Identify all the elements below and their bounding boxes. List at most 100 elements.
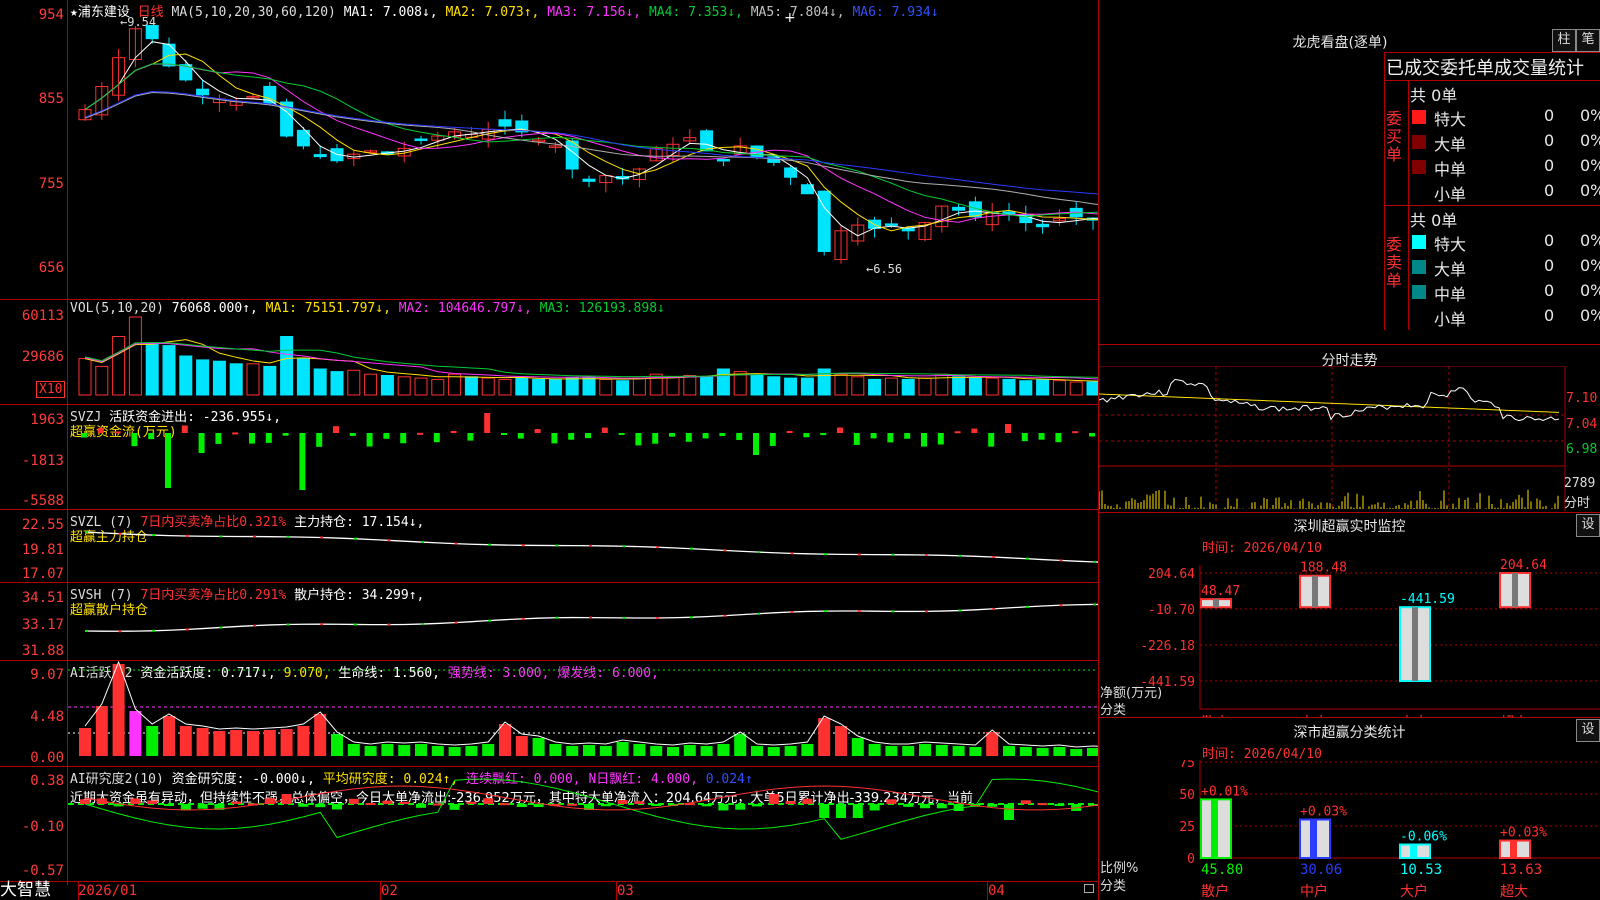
orders-line (1384, 52, 1385, 330)
classify-value-label: 30.06 (1300, 862, 1342, 878)
holding-dot (253, 624, 256, 627)
holding-dot (454, 542, 458, 545)
ai-research-chart[interactable] (0, 767, 1098, 881)
order-pct: 0% (1580, 181, 1600, 200)
holding-dot (85, 531, 88, 533)
activity-bar (448, 747, 461, 756)
research-bar (298, 804, 309, 807)
flow-bar (333, 426, 339, 433)
xaxis-tick (78, 881, 79, 900)
activity-bar (1070, 749, 1083, 756)
activity-bar (835, 726, 847, 756)
activity-bar (599, 746, 612, 756)
bar-mode-button[interactable]: 柱 (1552, 29, 1576, 52)
candle (952, 206, 966, 211)
activity-bar (969, 747, 982, 756)
holding-dot (992, 607, 996, 610)
holding-dot (622, 616, 626, 619)
flow-bar (450, 431, 457, 434)
order-count: 0 (1544, 131, 1555, 150)
classify-value-label: 13.63 (1500, 862, 1542, 878)
intraday-vol-label: 2789 (1564, 476, 1596, 491)
xaxis-label: 2026/01 (78, 883, 138, 899)
holding-dot (689, 616, 693, 619)
lock-icon[interactable] (1084, 884, 1094, 893)
orders-line (1384, 52, 1600, 53)
activity-bar (79, 728, 91, 756)
classify-ytick: 0 (1187, 852, 1195, 867)
monitor-bar-chart[interactable]: 204.64-10.70-226.18-441.5948.47散户188.48中… (1099, 555, 1600, 717)
kline-chart[interactable] (0, 0, 1098, 300)
activity-bar (280, 729, 293, 756)
classify-settings-button[interactable]: 设 (1576, 719, 1600, 742)
flow-bar (501, 433, 507, 435)
holding-dot (152, 534, 156, 537)
volume-bar (246, 363, 260, 396)
flow-bar (400, 433, 407, 444)
order-name: 小单 (1434, 185, 1467, 204)
candle (313, 154, 327, 158)
research-bar (1004, 804, 1014, 820)
monitor-value-label: 48.47 (1201, 584, 1240, 599)
classify-bar-chart[interactable]: 75 50 25 0 +0.01% 45.80 散户 +0.03% 30.06 中户 -0.06% 1… (1099, 760, 1600, 900)
monitor-ytick: -441.59 (1140, 675, 1195, 690)
holding-dot (824, 553, 828, 556)
volume-chart[interactable] (0, 300, 1098, 404)
holding-dot (488, 619, 492, 622)
activity-bar (717, 744, 730, 756)
flow-bar (97, 427, 104, 433)
volume-bar (380, 375, 394, 396)
flow-bar (1005, 424, 1011, 433)
retail-holding-chart[interactable] (0, 583, 1098, 660)
holding-dot (589, 616, 592, 619)
classify-bar-shade (1310, 819, 1317, 858)
flow-bar (467, 433, 474, 441)
flow-bar (601, 427, 608, 433)
main-holding-chart[interactable] (0, 510, 1098, 582)
classify-change-label: +0.03% (1500, 826, 1547, 841)
research-bar (1037, 803, 1048, 806)
research-bar (903, 804, 914, 807)
classify-change-label: +0.03% (1300, 805, 1347, 820)
flow-bar (349, 433, 356, 436)
activity-bar (515, 736, 528, 756)
activity-bar (818, 718, 831, 756)
order-color-swatch (1412, 235, 1426, 249)
research-bar (651, 804, 662, 806)
order-name: 小单 (1434, 310, 1467, 329)
flow-bar (652, 433, 659, 444)
app-logo[interactable]: 大智慧 (0, 881, 66, 900)
research-bar (735, 804, 746, 810)
sell-total: 共 0单 (1410, 211, 1458, 230)
volume-bar (414, 377, 428, 396)
volume-bar (700, 376, 714, 396)
volume-bar (952, 376, 966, 396)
holding-dot (85, 630, 88, 632)
activity-bar (1036, 748, 1049, 756)
monitor-time: 时间: 2026/04/10 (1202, 541, 1322, 556)
research-bar (617, 800, 628, 804)
volume-bar (296, 358, 310, 396)
order-count: 0 (1544, 281, 1555, 300)
ai-activity-chart[interactable] (0, 661, 1098, 766)
intraday-chart[interactable] (1099, 366, 1600, 511)
activity-bar (784, 746, 797, 756)
flow-bar (736, 433, 743, 441)
orders-line (1384, 205, 1600, 206)
holding-dot (421, 623, 424, 626)
volume-bar (347, 369, 361, 396)
order-name: 大单 (1434, 135, 1467, 154)
ma-line (84, 92, 1098, 206)
flow-bar (316, 433, 323, 447)
volume-bar (481, 377, 495, 396)
flow-bar (753, 433, 759, 455)
volume-bar (767, 376, 781, 396)
monitor-settings-button[interactable]: 设 (1576, 514, 1600, 537)
intraday-vol-unit: 分时 (1564, 496, 1591, 511)
activity-bar (213, 731, 226, 756)
tick-mode-button[interactable]: 笔 (1576, 29, 1600, 52)
volume-bar (95, 365, 109, 396)
ai2-bottom-line (0, 881, 1098, 882)
capital-flow-chart[interactable] (0, 405, 1098, 509)
activity-bar (247, 731, 259, 756)
